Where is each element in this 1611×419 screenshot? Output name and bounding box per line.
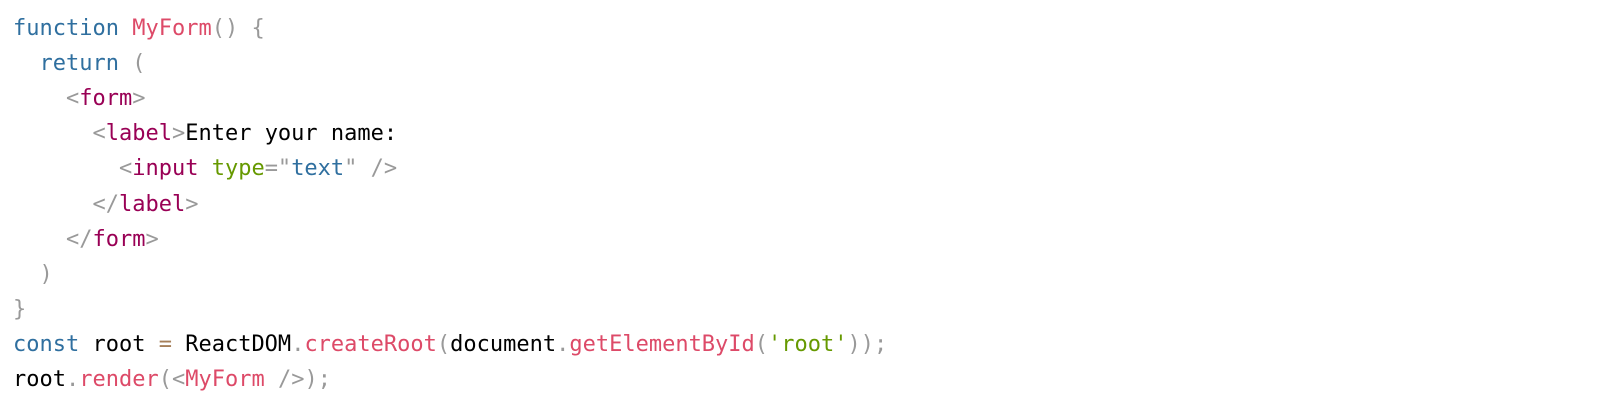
code-token-punctuation: >	[132, 86, 146, 112]
code-token-punctuation: (	[132, 51, 146, 77]
code-token-punctuation: ="	[264, 156, 292, 182]
code-token-operator: =	[158, 331, 172, 357]
code-token-punctuation: <	[65, 86, 80, 112]
code-line: </form>	[13, 222, 159, 257]
code-token-punctuation: />	[370, 156, 398, 182]
code-token-attr-name: type	[211, 156, 265, 182]
code-token-punctuation: )	[39, 261, 53, 287]
code-token-keyword: return	[39, 51, 119, 77]
code-line: <label>Enter your name:	[13, 116, 397, 151]
code-token-keyword: const	[13, 331, 80, 357]
code-token-punctuation: <	[92, 121, 106, 147]
code-token-punctuation: </	[65, 226, 93, 252]
code-line: return (	[13, 46, 146, 81]
code-token-function-name: MyForm	[185, 367, 265, 392]
code-token-punctuation: </	[92, 191, 119, 217]
code-token-punctuation: .	[291, 331, 305, 357]
code-token-punctuation: >	[171, 121, 186, 147]
code-token-plain: Enter your name:	[185, 121, 398, 147]
code-token-punctuation: }	[13, 296, 27, 322]
code-token-punctuation: "	[344, 156, 358, 182]
code-token-punctuation: (<	[158, 367, 186, 392]
code-token-tag: form	[79, 86, 133, 112]
code-token-tag: label	[105, 121, 172, 147]
code-token-plain: root	[79, 331, 159, 357]
code-token-punctuation: >	[145, 226, 159, 252]
code-token-plain: root	[13, 367, 66, 392]
code-token-attr-value: text	[291, 156, 345, 182]
code-line: </label>	[13, 187, 198, 222]
code-token-keyword: function	[13, 16, 119, 41]
code-token-function-name: MyForm	[132, 16, 212, 41]
code-token-plain: document	[450, 331, 557, 357]
code-line: )	[13, 257, 53, 292]
code-token-function-name: createRoot	[304, 331, 437, 357]
code-token-punctuation: ()	[211, 16, 239, 41]
code-line: }	[13, 292, 26, 327]
code-token-function-name: getElementById	[569, 331, 755, 357]
code-token-punctuation: <	[118, 156, 133, 182]
code-token-string: 'root'	[768, 331, 848, 357]
code-token-punctuation: (	[754, 331, 769, 357]
code-token-tag: input	[132, 156, 199, 182]
code-line: root.render(<MyForm />);	[13, 362, 331, 397]
code-line: <input type="text" />	[13, 151, 397, 186]
code-token-tag: label	[118, 191, 186, 217]
code-block: function MyForm() { return ( <form> <lab…	[0, 0, 1611, 419]
code-line: function MyForm() {	[13, 11, 265, 46]
code-token-punctuation: (	[436, 331, 451, 357]
code-token-plain: ReactDOM	[171, 331, 292, 357]
code-token-punctuation: />);	[277, 367, 331, 392]
code-token-punctuation: >	[185, 191, 199, 217]
code-line: const root = ReactDOM.createRoot(documen…	[13, 327, 887, 362]
code-token-function-name: render	[79, 367, 159, 392]
code-token-punctuation: .	[556, 331, 570, 357]
code-token-tag: form	[92, 226, 146, 252]
code-token-punctuation: .	[65, 367, 80, 392]
code-line: <form>	[13, 81, 145, 116]
code-token-punctuation: {	[251, 16, 265, 41]
code-token-punctuation: ));	[847, 331, 888, 357]
